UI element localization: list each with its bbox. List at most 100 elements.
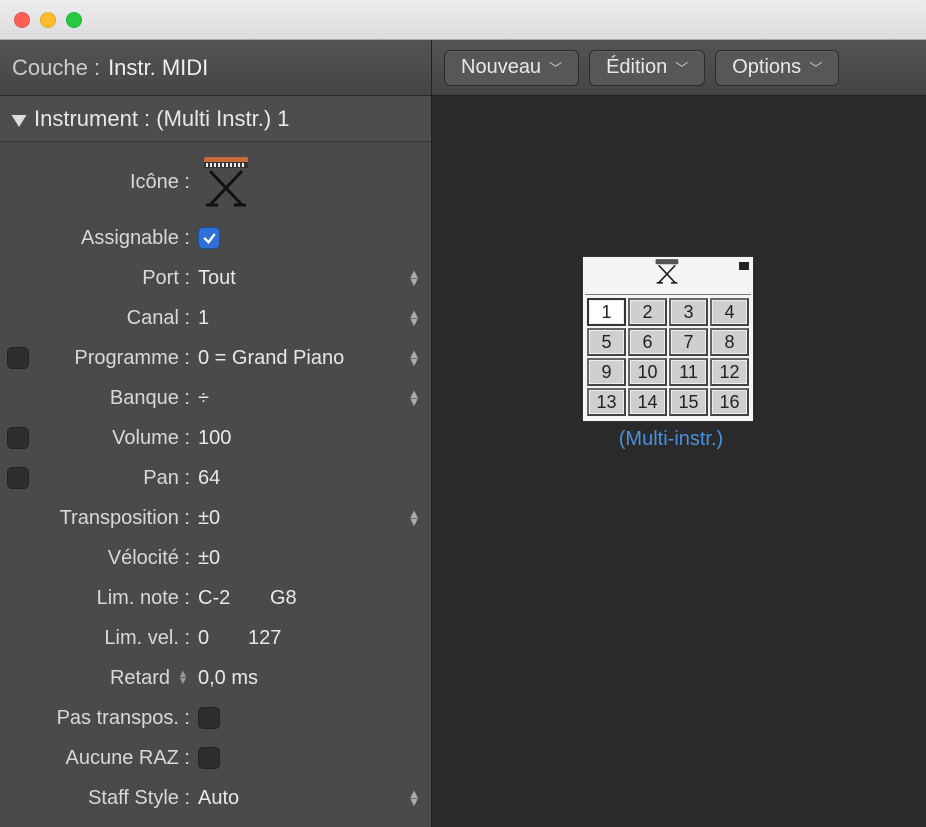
lim-note-low[interactable]: C-2: [198, 587, 270, 610]
pas-transpos-checkbox[interactable]: [198, 707, 220, 729]
aucune-raz-label: Aucune RAZ :: [36, 747, 196, 770]
multi-instrument-label[interactable]: (Multi-instr.): [582, 428, 760, 451]
velocite-label: Vélocité :: [36, 547, 196, 570]
environment-canvas-pane: Nouveau ﹀ Édition ﹀ Options ﹀: [432, 40, 926, 827]
volume-checkbox[interactable]: [7, 427, 29, 449]
lim-vel-label: Lim. vel. :: [36, 627, 196, 650]
transposition-stepper[interactable]: ▲▼: [405, 510, 423, 526]
staff-style-label: Staff Style :: [36, 787, 196, 810]
instrument-icon-button[interactable]: [196, 153, 423, 211]
canal-label: Canal :: [36, 307, 196, 330]
pan-value[interactable]: 64: [196, 467, 423, 490]
channel-4-button[interactable]: 4: [710, 298, 749, 326]
edit-menu-button[interactable]: Édition ﹀: [589, 50, 705, 86]
channel-3-button[interactable]: 3: [669, 298, 708, 326]
assignable-checkbox[interactable]: [198, 227, 220, 249]
transposition-label: Transposition :: [36, 507, 196, 530]
retard-value[interactable]: 0,0 ms: [196, 667, 423, 690]
window-minimize-button[interactable]: [40, 12, 56, 28]
banque-label: Banque :: [36, 387, 196, 410]
instrument-section-header[interactable]: Instrument : (Multi Instr.) 1: [0, 96, 431, 142]
lim-note-high[interactable]: G8: [270, 587, 297, 610]
banque-stepper[interactable]: ▲▼: [405, 390, 423, 406]
environment-canvas[interactable]: 12345678910111213141516 (Multi-instr.): [432, 96, 926, 827]
pan-checkbox[interactable]: [7, 467, 29, 489]
channel-2-button[interactable]: 2: [628, 298, 667, 326]
layer-value: Instr. MIDI: [108, 55, 419, 81]
programme-checkbox[interactable]: [7, 347, 29, 369]
channel-5-button[interactable]: 5: [587, 328, 626, 356]
lim-note-label: Lim. note :: [36, 587, 196, 610]
window-close-button[interactable]: [14, 12, 30, 28]
inspector-sidebar: Couche : Instr. MIDI Instrument : (Multi…: [0, 40, 432, 827]
assignable-row: Assignable :: [0, 218, 431, 258]
canal-value[interactable]: 1: [196, 307, 405, 330]
canal-row: Canal : 1 ▲▼: [0, 298, 431, 338]
banque-row: Banque : ÷ ▲▼: [0, 378, 431, 418]
velocite-value[interactable]: ±0: [196, 547, 423, 570]
environment-toolbar: Nouveau ﹀ Édition ﹀ Options ﹀: [432, 40, 926, 96]
channel-8-button[interactable]: 8: [710, 328, 749, 356]
port-value[interactable]: Tout: [196, 267, 405, 290]
section-title: Instrument : (Multi Instr.) 1: [34, 106, 290, 132]
volume-value[interactable]: 100: [196, 427, 423, 450]
channel-7-button[interactable]: 7: [669, 328, 708, 356]
programme-label: Programme :: [36, 347, 196, 370]
canal-stepper[interactable]: ▲▼: [405, 310, 423, 326]
velocite-row: Vélocité : ±0: [0, 538, 431, 578]
channel-9-button[interactable]: 9: [587, 358, 626, 386]
pan-row: Pan : 64: [0, 458, 431, 498]
window-titlebar: [0, 0, 926, 40]
channel-14-button[interactable]: 14: [628, 388, 667, 416]
pas-transpos-label: Pas transpos. :: [36, 707, 196, 730]
multi-instrument-header[interactable]: [585, 259, 751, 295]
staff-style-stepper[interactable]: ▲▼: [405, 790, 423, 806]
output-port-icon[interactable]: [739, 262, 749, 270]
chevron-down-icon: ﹀: [809, 58, 822, 77]
layer-selector[interactable]: Couche : Instr. MIDI: [0, 40, 431, 96]
programme-row: Programme : 0 = Grand Piano ▲▼: [0, 338, 431, 378]
retard-label: Retard: [110, 667, 170, 690]
staff-style-row: Staff Style : Auto ▲▼: [0, 778, 431, 818]
new-menu-button[interactable]: Nouveau ﹀: [444, 50, 579, 86]
window-zoom-button[interactable]: [66, 12, 82, 28]
options-menu-button[interactable]: Options ﹀: [715, 50, 839, 86]
multi-instrument-box: 12345678910111213141516: [582, 256, 754, 422]
volume-row: Volume : 100: [0, 418, 431, 458]
chevron-down-icon: ﹀: [675, 58, 688, 77]
options-menu-label: Options: [732, 56, 801, 79]
channel-6-button[interactable]: 6: [628, 328, 667, 356]
channel-13-button[interactable]: 13: [587, 388, 626, 416]
channel-1-button[interactable]: 1: [587, 298, 626, 326]
channel-11-button[interactable]: 11: [669, 358, 708, 386]
disclosure-triangle-icon[interactable]: [10, 110, 28, 128]
lim-vel-row: Lim. vel. : 0 127: [0, 618, 431, 658]
lim-vel-low[interactable]: 0: [198, 627, 248, 650]
pan-label: Pan :: [36, 467, 196, 490]
channel-10-button[interactable]: 10: [628, 358, 667, 386]
icon-row: Icône :: [0, 146, 431, 218]
assignable-label: Assignable :: [36, 227, 196, 250]
port-stepper[interactable]: ▲▼: [405, 270, 423, 286]
lim-vel-high[interactable]: 127: [248, 627, 281, 650]
programme-value[interactable]: 0 = Grand Piano: [196, 347, 405, 370]
multi-instrument-object[interactable]: 12345678910111213141516 (Multi-instr.): [582, 256, 760, 451]
banque-value[interactable]: ÷: [196, 387, 405, 410]
staff-style-value[interactable]: Auto: [196, 787, 405, 810]
transposition-row: Transposition : ±0 ▲▼: [0, 498, 431, 538]
retard-mode-stepper[interactable]: ▲▼: [176, 671, 190, 685]
channel-grid: 12345678910111213141516: [585, 295, 751, 419]
channel-16-button[interactable]: 16: [710, 388, 749, 416]
chevron-down-icon: ﹀: [549, 58, 562, 77]
keyboard-stand-icon: [650, 257, 686, 292]
channel-12-button[interactable]: 12: [710, 358, 749, 386]
aucune-raz-row: Aucune RAZ :: [0, 738, 431, 778]
transposition-value[interactable]: ±0: [196, 507, 405, 530]
aucune-raz-checkbox[interactable]: [198, 747, 220, 769]
port-label: Port :: [36, 267, 196, 290]
pas-transpos-row: Pas transpos. :: [0, 698, 431, 738]
programme-stepper[interactable]: ▲▼: [405, 350, 423, 366]
new-menu-label: Nouveau: [461, 56, 541, 79]
port-row: Port : Tout ▲▼: [0, 258, 431, 298]
channel-15-button[interactable]: 15: [669, 388, 708, 416]
